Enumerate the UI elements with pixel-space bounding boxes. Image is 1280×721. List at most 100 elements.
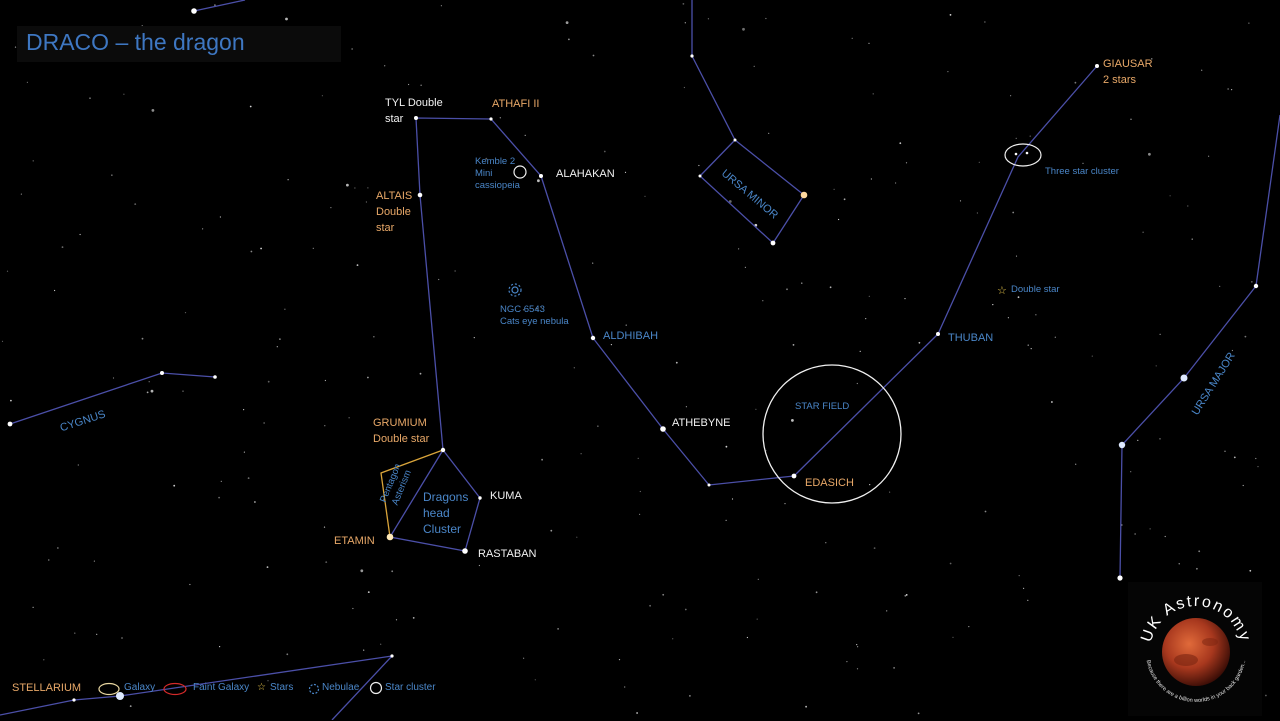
background-star xyxy=(801,282,803,284)
background-star xyxy=(755,408,757,410)
star-chart: ☆ xyxy=(0,0,1280,720)
legend-source: STELLARIUM xyxy=(12,682,82,694)
background-star xyxy=(123,93,125,95)
background-star xyxy=(1242,484,1244,487)
background-star xyxy=(685,406,688,408)
star-709 xyxy=(707,483,711,487)
background-star xyxy=(243,409,245,411)
background-star xyxy=(1244,335,1247,338)
background-star xyxy=(573,367,575,369)
background-star xyxy=(352,607,354,610)
background-star xyxy=(707,18,710,20)
background-star xyxy=(1169,195,1171,197)
background-star xyxy=(1030,348,1032,350)
background-star xyxy=(93,560,95,562)
background-star xyxy=(865,318,867,320)
background-star xyxy=(1142,231,1144,233)
background-star xyxy=(833,188,835,190)
label-edasich: EDASICH xyxy=(805,477,854,489)
legend-stars: Stars xyxy=(270,682,294,693)
background-star xyxy=(148,381,150,383)
background-star xyxy=(904,298,906,300)
background-star xyxy=(1015,137,1017,139)
background-star xyxy=(351,48,353,50)
background-star xyxy=(603,150,606,153)
background-star xyxy=(325,561,328,563)
background-star xyxy=(917,712,920,715)
nebulae-icon xyxy=(308,683,320,695)
background-star xyxy=(43,659,45,661)
background-star xyxy=(367,376,369,379)
background-star xyxy=(1257,466,1259,468)
background-star xyxy=(1265,694,1267,697)
background-star xyxy=(978,161,980,163)
background-star xyxy=(250,250,253,253)
star-um2 xyxy=(770,240,776,246)
background-star xyxy=(1121,524,1123,526)
background-star xyxy=(134,203,137,206)
background-star xyxy=(111,174,113,176)
label-star-field: STAR FIELD xyxy=(795,401,850,412)
background-star xyxy=(10,399,12,402)
background-star xyxy=(1137,439,1139,441)
background-star xyxy=(1012,211,1015,214)
star-um3 xyxy=(733,138,737,142)
background-star xyxy=(1233,456,1236,459)
star-uma4 xyxy=(1253,283,1259,289)
background-star xyxy=(219,216,221,218)
star-uma2 xyxy=(1118,441,1126,449)
background-star xyxy=(949,562,952,565)
background-star xyxy=(57,547,59,549)
background-star xyxy=(1149,528,1151,530)
background-star xyxy=(1224,450,1226,452)
label-etamin: ETAMIN xyxy=(334,535,375,547)
label-three-star-cluster: Three star cluster xyxy=(1045,166,1119,177)
star-rastaban xyxy=(462,548,468,554)
label-kuma: KUMA xyxy=(490,490,522,502)
background-star xyxy=(568,38,570,41)
background-star xyxy=(565,21,569,24)
background-star xyxy=(1187,205,1189,207)
background-star xyxy=(324,379,326,382)
nebula-icon xyxy=(508,283,522,297)
background-star xyxy=(684,608,687,611)
background-star xyxy=(184,312,187,314)
star-edasich xyxy=(791,473,797,479)
background-star xyxy=(534,679,536,681)
background-star xyxy=(419,372,422,375)
background-star xyxy=(182,390,184,392)
background-star xyxy=(1130,118,1132,120)
background-star xyxy=(857,646,859,648)
background-stars xyxy=(1,3,1267,715)
background-star xyxy=(218,496,221,499)
background-star xyxy=(287,179,289,181)
background-star xyxy=(254,501,256,503)
star-cyg3 xyxy=(213,375,217,379)
background-star xyxy=(868,295,870,297)
background-star xyxy=(420,84,422,86)
background-star xyxy=(636,712,638,714)
background-star xyxy=(348,417,350,419)
star-altais xyxy=(417,192,423,198)
three-star-cluster-ellipse xyxy=(1004,143,1042,167)
background-star xyxy=(438,278,440,281)
star-top1 xyxy=(191,8,197,14)
background-star xyxy=(1017,296,1020,299)
background-star xyxy=(893,667,895,669)
star-uma1 xyxy=(1180,374,1188,382)
star-cyg1 xyxy=(7,421,13,427)
background-star xyxy=(263,422,265,424)
legend-faint-galaxy: Faint Galaxy xyxy=(193,682,250,693)
background-star xyxy=(1196,567,1198,570)
star-alahakan xyxy=(539,174,543,178)
background-star xyxy=(141,337,144,340)
background-star xyxy=(523,657,525,659)
label-altais: ALTAIS Double star xyxy=(376,190,413,234)
background-star xyxy=(77,464,79,466)
background-star xyxy=(367,591,370,593)
uk-astronomy-logo: UK Astronomy Because there are a billion… xyxy=(1128,582,1262,716)
background-star xyxy=(784,503,786,505)
background-star xyxy=(684,22,686,24)
double-star-icon: ☆ xyxy=(997,284,1007,297)
background-star xyxy=(384,65,386,67)
